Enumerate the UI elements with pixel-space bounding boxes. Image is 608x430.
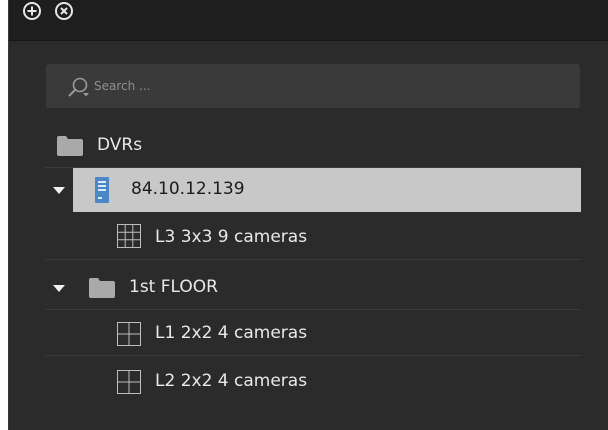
plus-circle-icon [21,0,43,22]
tree-item-label: DVRs [97,135,143,155]
toolbar [9,0,608,41]
folder-icon [57,136,83,156]
search-input[interactable] [94,76,554,96]
grid-2x2-icon [117,322,141,346]
chevron-down-icon [53,187,65,194]
tree-item-label: 1st FLOOR [129,277,218,297]
grid-3x3-icon [117,224,141,248]
x-circle-icon [53,0,75,22]
close-button[interactable] [53,0,75,22]
tree-item-label: L1 2x2 4 cameras [155,323,308,343]
camera-tree-panel: DVRs 84.10.12.139 L3 3x [8,0,608,430]
search-icon [66,75,90,99]
tree-item-layout-l2[interactable]: L2 2x2 4 cameras [45,360,581,404]
tree-item-layout-l1[interactable]: L1 2x2 4 cameras [45,312,581,356]
tree-item-dvrs[interactable]: DVRs [45,124,581,168]
tree-item-label: 84.10.12.139 [131,179,245,199]
tree-item-label: L2 2x2 4 cameras [155,371,308,391]
tree-item-layout-l3[interactable]: L3 3x3 9 cameras [45,216,581,260]
chevron-down-icon[interactable] [53,285,65,292]
folder-icon [89,278,115,298]
tree-item-1st-floor[interactable]: 1st FLOOR [45,266,581,310]
add-button[interactable] [21,0,43,22]
server-icon [95,177,109,203]
grid-2x2-icon [117,370,141,394]
expand-toggle-dvr-host[interactable] [45,168,70,212]
tree-item-label: L3 3x3 9 cameras [155,227,308,247]
search-box[interactable] [46,64,580,108]
tree-item-dvr-host[interactable]: 84.10.12.139 [73,168,581,212]
